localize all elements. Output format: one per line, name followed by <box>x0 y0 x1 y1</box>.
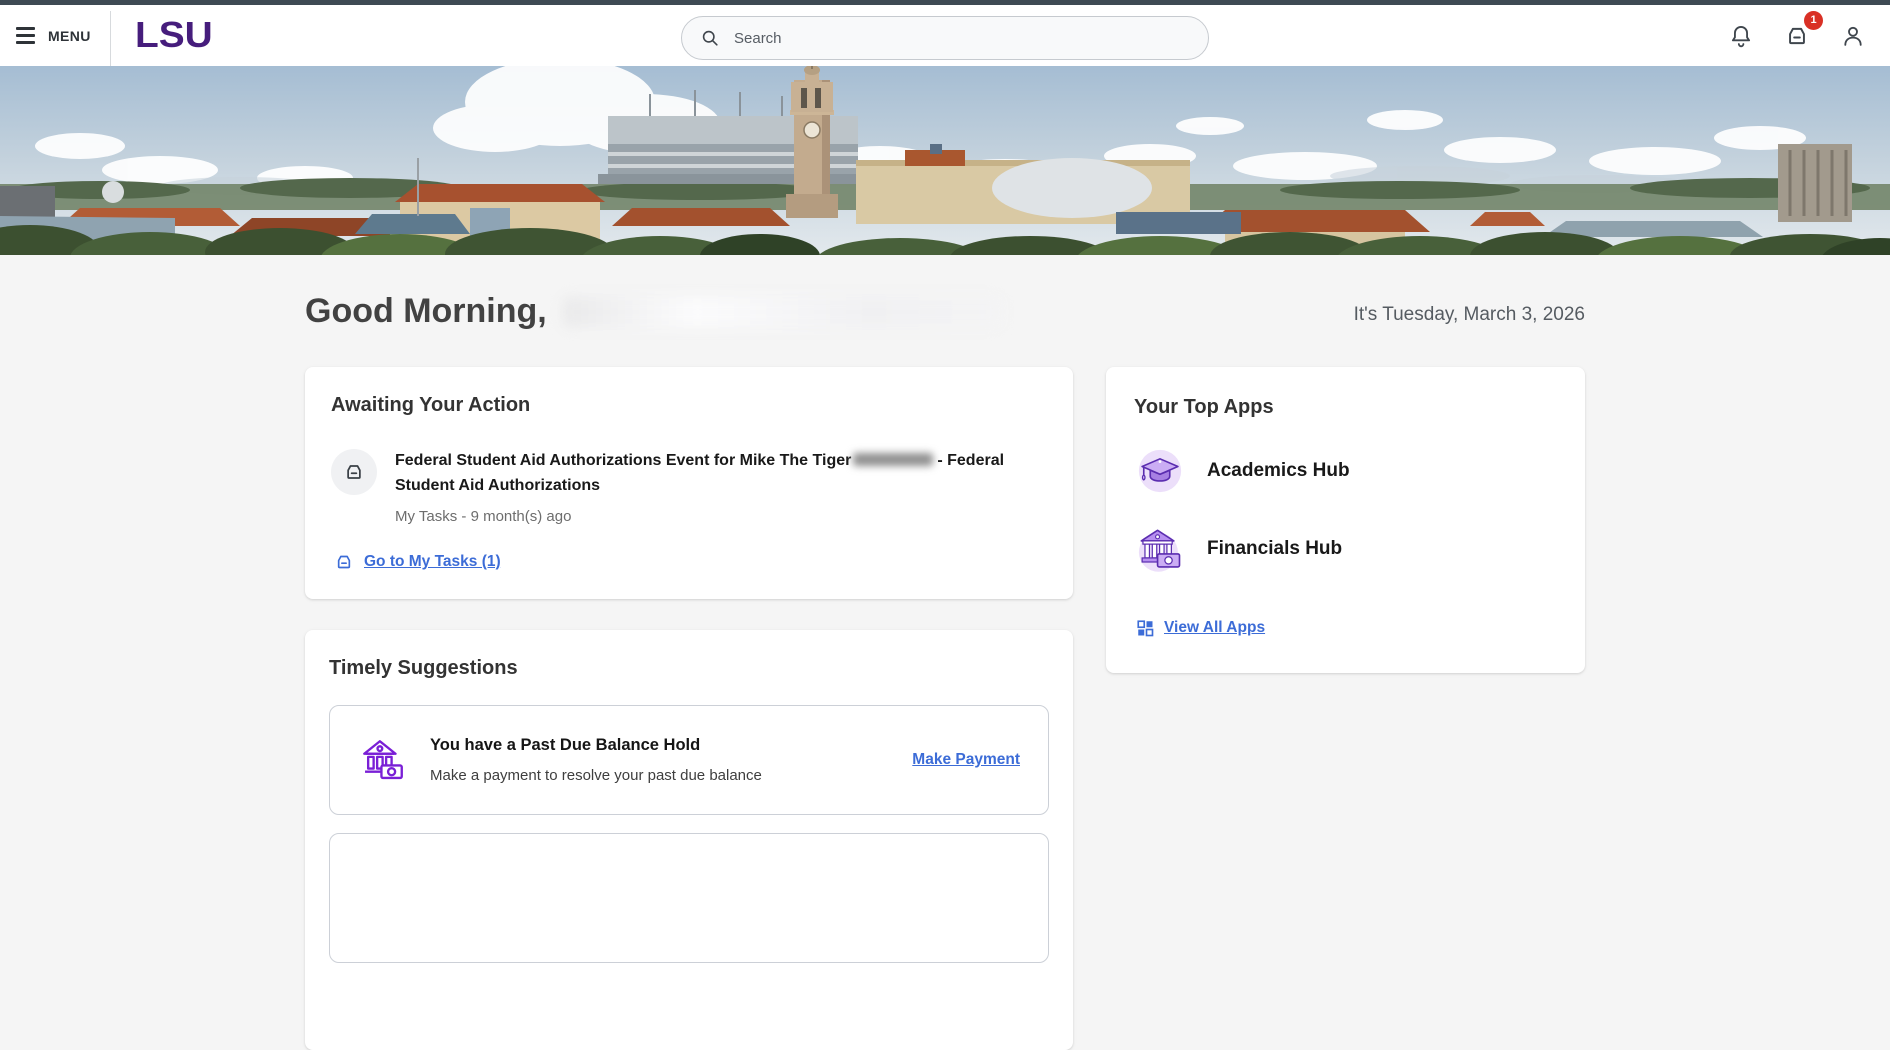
notifications-button[interactable] <box>1728 23 1754 49</box>
your-top-apps-card: Your Top Apps Academics Hub Financials H… <box>1106 367 1585 673</box>
bank-money-icon <box>1134 523 1186 575</box>
task-meta: My Tasks - 9 month(s) ago <box>395 507 572 525</box>
task-title-text: Federal Student Aid Authorizations Event… <box>395 452 852 469</box>
task-item[interactable]: Federal Student Aid Authorizations Event… <box>331 449 1047 525</box>
awaiting-your-action-card: Awaiting Your Action Federal Student Aid… <box>305 367 1073 599</box>
task-avatar <box>331 449 377 495</box>
app-label: Financials Hub <box>1207 538 1343 559</box>
view-all-apps-row: View All Apps <box>1136 619 1557 637</box>
search-bar[interactable] <box>681 16 1209 60</box>
suggestion-body: You have a Past Due Balance Hold Make a … <box>430 736 878 784</box>
hamburger-icon <box>16 27 35 44</box>
redacted-user-name <box>562 296 1001 327</box>
search-input[interactable] <box>732 28 1190 48</box>
go-to-my-tasks-link[interactable]: Go to My Tasks (1) <box>364 553 501 571</box>
greeting-row: Good Morning, It's Tuesday, March 3, 202… <box>305 255 1585 331</box>
task-body: Federal Student Aid Authorizations Event… <box>395 449 1043 525</box>
suggestion-description: Make a payment to resolve your past due … <box>430 766 762 784</box>
timely-suggestions-card: Timely Suggestions You have a Past Due B… <box>305 629 1073 1050</box>
search-icon <box>700 28 720 48</box>
profile-icon <box>1840 26 1866 53</box>
profile-button[interactable] <box>1840 23 1866 49</box>
go-to-my-tasks-row: Go to My Tasks (1) <box>334 552 1047 572</box>
inbox-tray-icon <box>1784 27 1810 53</box>
menu-label: MENU <box>48 27 91 44</box>
right-column: Your Top Apps Academics Hub Financials H… <box>1106 367 1585 673</box>
current-date-text: It's Tuesday, March 3, 2026 <box>1353 304 1585 325</box>
my-tasks-inbox-button[interactable]: 1 <box>1784 10 1823 49</box>
graduation-cap-icon <box>1134 445 1186 497</box>
apps-card-title: Your Top Apps <box>1134 396 1274 418</box>
greeting-text: Good Morning, <box>305 292 547 330</box>
inbox-count-badge: 1 <box>1804 10 1823 30</box>
redacted-student-id <box>853 453 934 466</box>
suggestion-title: You have a Past Due Balance Hold <box>430 735 701 754</box>
suggestion-item: You have a Past Due Balance Hold Make a … <box>329 704 1049 815</box>
make-payment-link[interactable]: Make Payment <box>912 751 1020 769</box>
view-all-apps-link[interactable]: View All Apps <box>1164 619 1265 637</box>
apps-grid-icon <box>1136 619 1154 637</box>
greeting-title: Good Morning, <box>305 292 1001 331</box>
inbox-tray-icon <box>347 465 361 479</box>
bank-outline-icon <box>358 735 408 785</box>
bell-icon <box>1728 25 1754 53</box>
app-item-financials-hub[interactable]: Financials Hub <box>1134 523 1557 575</box>
timely-card-title: Timely Suggestions <box>329 656 518 679</box>
left-column: Awaiting Your Action Federal Student Aid… <box>305 367 1073 1050</box>
awaiting-card-title: Awaiting Your Action <box>331 394 531 416</box>
inbox-tray-icon <box>337 555 351 568</box>
suggestion-item-partial <box>329 832 1049 963</box>
menu-button[interactable]: MENU <box>16 5 91 66</box>
app-item-academics-hub[interactable]: Academics Hub <box>1134 445 1557 497</box>
topbar: MENU LSU 1 <box>0 5 1890 66</box>
app-label: Academics Hub <box>1207 460 1350 481</box>
task-title: Federal Student Aid Authorizations Event… <box>395 449 1043 499</box>
topbar-divider <box>110 11 111 66</box>
lsu-logo[interactable]: LSU <box>135 14 213 56</box>
main-content: Good Morning, It's Tuesday, March 3, 202… <box>305 255 1585 1050</box>
topbar-icon-group: 1 <box>1728 5 1866 66</box>
campus-hero-image <box>0 66 1890 255</box>
